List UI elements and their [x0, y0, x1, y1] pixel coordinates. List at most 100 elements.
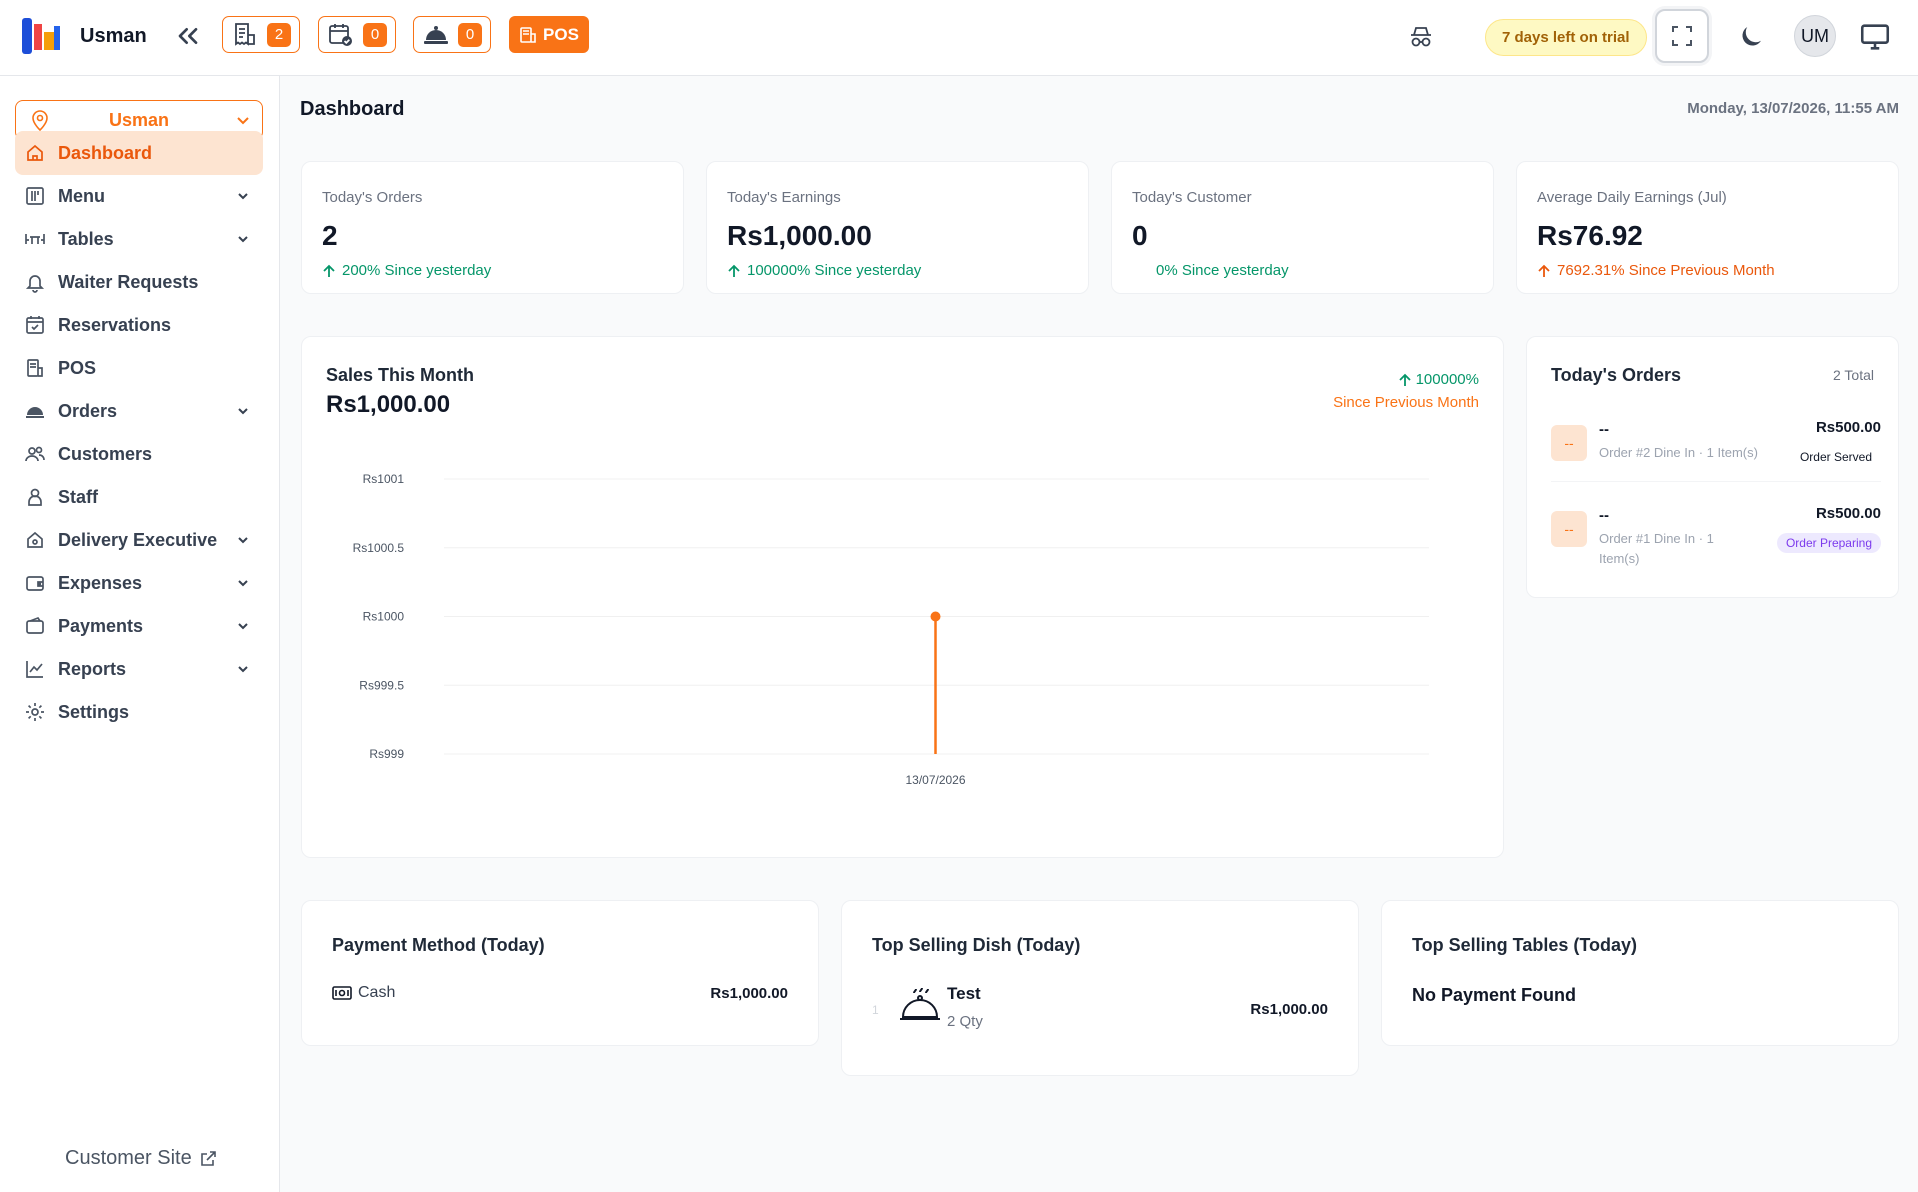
sidebar-item-customers[interactable]: Customers — [15, 432, 263, 476]
stat-change-text: 200% Since yesterday — [342, 262, 492, 279]
sidebar-item-label: Staff — [58, 486, 98, 507]
card-icon — [26, 616, 44, 634]
order-row[interactable]: -- -- Order #1 Dine In · 1 Item(s) Rs500… — [1551, 505, 1881, 575]
avatar[interactable]: UM — [1794, 15, 1836, 57]
order-row[interactable]: -- -- Order #2 Dine In · 1 Item(s) Rs500… — [1551, 419, 1881, 489]
waiter-shortcut-button[interactable]: 0 — [413, 16, 491, 53]
reservations-count-badge: 0 — [363, 22, 387, 47]
pos-label: POS — [543, 24, 579, 44]
pos-button[interactable]: POS — [509, 16, 589, 53]
stat-change: 7692.31% Since Previous Month — [1537, 262, 1775, 279]
sidebar-item-waiter-requests[interactable]: Waiter Requests — [15, 260, 263, 304]
y-tick-label: Rs1000 — [363, 610, 405, 624]
order-desc: Order #1 Dine In · 1 Item(s) — [1599, 531, 1714, 566]
order-name: -- — [1599, 421, 1609, 438]
sidebar-item-orders[interactable]: Orders — [15, 389, 263, 433]
sidebar-item-settings[interactable]: Settings — [15, 690, 263, 734]
orders-count-badge: 2 — [267, 22, 291, 47]
menu-book-icon — [26, 187, 44, 205]
dish-qty: 2 Qty — [947, 1013, 983, 1030]
chevron-down-icon — [238, 537, 248, 544]
calendar-check-icon — [327, 21, 355, 49]
sidebar-item-label: Expenses — [58, 572, 143, 593]
sidebar-item-payments[interactable]: Payments — [15, 604, 263, 648]
dish-rank: 1 — [872, 1003, 879, 1017]
y-tick-label: Rs1000.5 — [353, 541, 405, 555]
wallet-icon — [26, 576, 44, 591]
page-title: Dashboard — [300, 98, 405, 120]
divider — [1551, 481, 1881, 482]
order-desc: Order #2 Dine In · 1 Item(s) — [1599, 445, 1758, 460]
stat-change-text: 7692.31% Since Previous Month — [1557, 262, 1775, 279]
branch-name: Usman — [108, 109, 170, 130]
pos-icon — [520, 26, 536, 43]
sidebar: Usman Dashboard Menu Tables Waiter Reque… — [0, 76, 280, 1192]
chevron-down-icon — [237, 117, 249, 125]
customer-site-link[interactable]: Customer Site — [65, 1147, 218, 1170]
today-orders-card: Today's Orders 2 Total -- -- Order #2 Di… — [1526, 336, 1899, 598]
sidebar-item-label: Customers — [58, 443, 153, 464]
sidebar-item-reports[interactable]: Reports — [15, 647, 263, 691]
dish-name: Test — [947, 984, 981, 1003]
payment-method-name: Cash — [358, 984, 396, 1001]
external-link-icon — [200, 1150, 216, 1166]
stat-change: 0% Since yesterday — [1156, 262, 1289, 279]
stat-change-text: 100000% Since yesterday — [747, 262, 922, 279]
dish-cloche-icon — [898, 987, 942, 1027]
orders-shortcut-button[interactable]: 2 — [222, 16, 300, 53]
collapse-sidebar-icon[interactable] — [172, 20, 204, 52]
trial-badge[interactable]: 7 days left on trial — [1485, 19, 1647, 56]
expand-icon — [1672, 26, 1692, 46]
sidebar-item-tables[interactable]: Tables — [15, 217, 263, 261]
monitor-icon[interactable] — [1858, 20, 1892, 54]
moon-icon[interactable] — [1736, 22, 1766, 52]
table-icon — [25, 234, 45, 244]
today-orders-title: Today's Orders — [1551, 365, 1681, 385]
incognito-icon[interactable] — [1406, 22, 1436, 52]
sidebar-item-label: Payments — [58, 615, 144, 636]
page-datetime: Monday, 13/07/2026, 11:55 AM — [1687, 100, 1899, 117]
logo[interactable] — [20, 16, 62, 56]
stat-label: Today's Earnings — [727, 189, 841, 206]
cloche-icon — [422, 21, 450, 49]
order-status-badge: Order Served — [1799, 450, 1872, 464]
waiter-count-badge: 0 — [458, 22, 482, 47]
stat-card-earnings: Today's Earnings Rs1,000.00 100000% Sinc… — [706, 161, 1089, 294]
order-amount: Rs500.00 — [1815, 505, 1881, 522]
sidebar-item-pos[interactable]: POS — [15, 346, 263, 390]
sidebar-item-delivery-executive[interactable]: Delivery Executive — [15, 518, 263, 562]
y-tick-label: Rs1001 — [363, 472, 405, 486]
stat-card-avg-earnings: Average Daily Earnings (Jul) Rs76.92 769… — [1516, 161, 1899, 294]
x-tick-label: 13/07/2026 — [905, 773, 965, 787]
sidebar-item-expenses[interactable]: Expenses — [15, 561, 263, 605]
sidebar-item-dashboard[interactable]: Dashboard — [15, 131, 263, 175]
payment-method-row: Cash — [332, 984, 395, 1002]
arrow-up-icon — [728, 264, 740, 277]
customer-site-label: Customer Site — [65, 1147, 192, 1169]
stat-label: Today's Customer — [1132, 189, 1252, 206]
y-tick-label: Rs999 — [369, 747, 404, 761]
stat-label: Today's Orders — [322, 189, 423, 206]
order-chip: -- — [1551, 425, 1587, 461]
calendar-check-icon — [26, 316, 44, 334]
fullscreen-button[interactable] — [1655, 9, 1709, 63]
sidebar-item-menu[interactable]: Menu — [15, 174, 263, 218]
stat-change-text: 0% Since yesterday — [1156, 262, 1289, 279]
today-orders-total: 2 Total — [1833, 367, 1874, 383]
map-pin-icon — [32, 110, 48, 131]
top-dish-card: Top Selling Dish (Today) 1 Test 2 Qty Rs… — [841, 900, 1359, 1076]
data-point[interactable] — [930, 611, 941, 622]
chevron-down-icon — [238, 580, 248, 587]
sidebar-item-label: Delivery Executive — [58, 529, 218, 550]
chevron-down-icon — [238, 666, 248, 673]
sidebar-item-reservations[interactable]: Reservations — [15, 303, 263, 347]
top-tables-card: Top Selling Tables (Today) No Payment Fo… — [1381, 900, 1899, 1046]
sidebar-item-label: POS — [58, 357, 97, 378]
users-icon — [25, 446, 45, 462]
top-dish-title: Top Selling Dish (Today) — [872, 935, 1081, 955]
top-bar: Usman 2 0 0 POS 7 days left on trial UM — [0, 0, 1918, 76]
order-amount: Rs500.00 — [1815, 419, 1881, 436]
order-status-badge: Order Preparing — [1776, 533, 1881, 553]
reservations-shortcut-button[interactable]: 0 — [318, 16, 396, 53]
sidebar-item-staff[interactable]: Staff — [15, 475, 263, 519]
